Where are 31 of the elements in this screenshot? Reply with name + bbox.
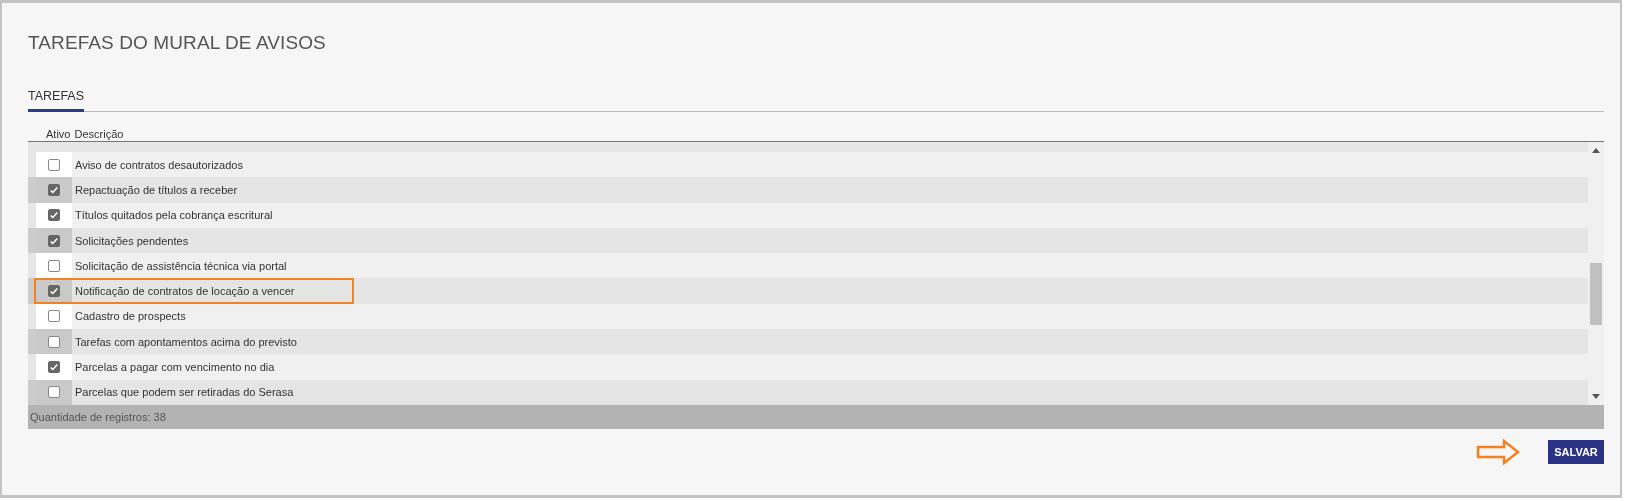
column-header: Descrição (74, 127, 124, 140)
table-cell-text: Cadastro de prospects (74, 309, 186, 325)
checkbox[interactable] (48, 259, 60, 272)
checkbox[interactable] (48, 183, 60, 196)
table-cell-text: Parcelas que podem ser retiradas do Serasa (74, 385, 294, 401)
checkbox[interactable] (48, 209, 60, 222)
checkbox[interactable] (48, 285, 60, 298)
checkbox[interactable] (48, 158, 60, 171)
table-cell-text: Notificação de contratos de locação a vencer (74, 284, 295, 300)
scroll-up-icon[interactable] (1592, 148, 1600, 153)
table-cell-text: Títulos quitados pela cobrança escritural (74, 208, 273, 224)
save-button[interactable]: SALVAR (1548, 440, 1604, 464)
scrollbar[interactable] (1588, 142, 1604, 405)
tab[interactable]: TAREFAS (28, 89, 85, 112)
checkbox[interactable] (48, 361, 60, 373)
checkbox[interactable] (48, 234, 60, 247)
table-cell-text: Solicitação de assistência técnica via portal (74, 258, 287, 274)
table-cell-text: Parcelas a pagar com vencimento no dia (74, 360, 275, 375)
scroll-down-icon[interactable] (1592, 394, 1600, 399)
table-cell-text: Solicitações pendentes (74, 233, 189, 249)
table-cell-text: Aviso de contratos desautorizados (74, 157, 243, 173)
checkbox[interactable] (48, 335, 60, 348)
table-cell-text: Repactuação de títulos a receber (74, 182, 238, 198)
checkbox[interactable] (48, 386, 60, 399)
record-count: Quantidade de registros: 38 (29, 411, 166, 423)
checkbox[interactable] (48, 310, 60, 323)
arrow-icon (1476, 439, 1520, 465)
page-title: TAREFAS DO MURAL DE AVISOS (28, 32, 327, 55)
scrollbar-thumb[interactable] (1590, 263, 1602, 325)
column-header: Ativo (46, 127, 71, 140)
table-cell-text: Tarefas com apontamentos acima do previsto (74, 334, 297, 350)
